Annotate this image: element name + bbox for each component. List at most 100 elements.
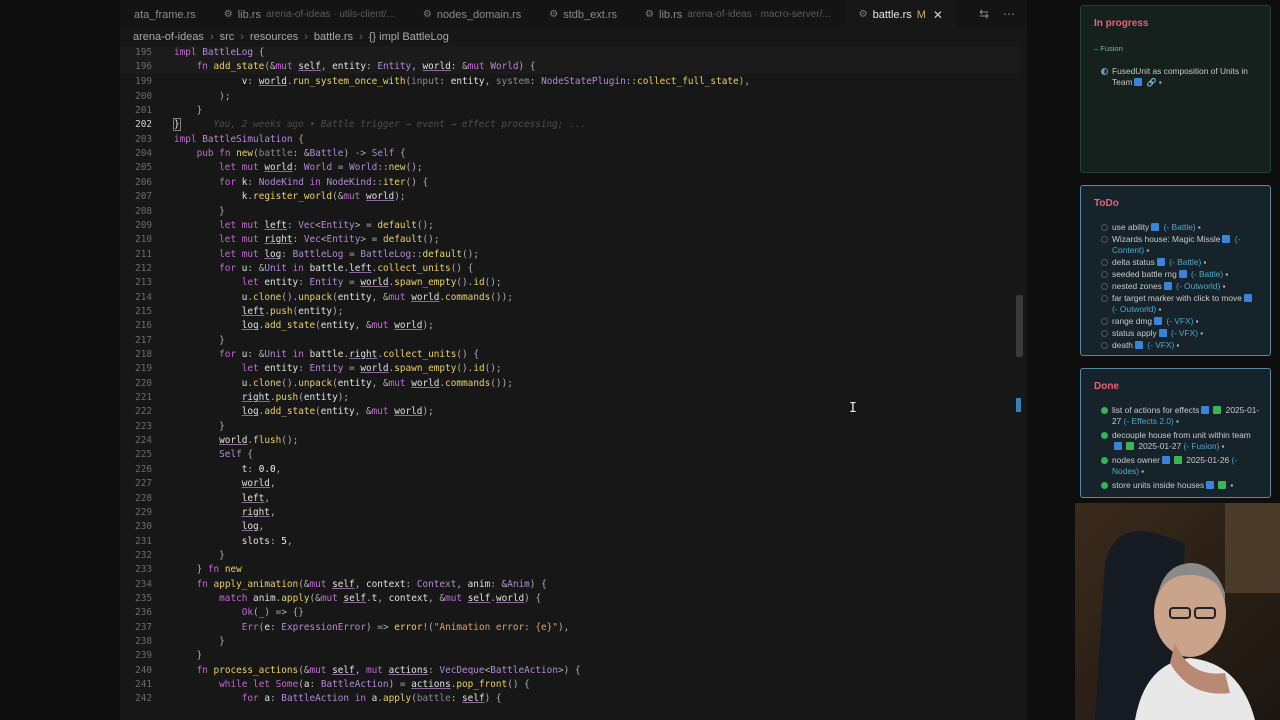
code-line[interactable]: 230 log, <box>120 520 1020 534</box>
code-line[interactable]: 214 u.clone().unpack(entity, &mut world.… <box>120 291 1020 305</box>
breadcrumb-item[interactable]: {} impl BattleLog <box>369 31 449 43</box>
tab-lib-macro-server[interactable]: ⚙ lib.rs arena-of-ideas · macro-server/... <box>631 0 845 29</box>
code-line[interactable]: 236 Ok(_) => {} <box>120 606 1020 620</box>
code-line[interactable]: 237 Err(e: ExpressionError) => error!("A… <box>120 621 1020 635</box>
code-line[interactable]: 212 for u: &Unit in battle.left.collect_… <box>120 262 1020 276</box>
code-area[interactable]: 198 k: entity,199 v: world.run_system_on… <box>120 45 1020 720</box>
code-line[interactable]: 242 for a: BattleAction in a.apply(battl… <box>120 692 1020 706</box>
item-tag[interactable]: (- VFX) <box>1164 316 1193 326</box>
code-line[interactable]: 219 let entity: Entity = world.spawn_emp… <box>120 362 1020 376</box>
item-tag[interactable]: (- Battle) <box>1189 269 1223 279</box>
code-line[interactable]: 227 world, <box>120 477 1020 491</box>
empty-circle-icon[interactable] <box>1101 259 1108 266</box>
code-line[interactable]: 217 } <box>120 334 1020 348</box>
code-line[interactable]: 209 let mut left: Vec<Entity> = default(… <box>120 219 1020 233</box>
code-line[interactable]: 208 } <box>120 205 1020 219</box>
breadcrumb-item[interactable]: battle.rs <box>314 31 353 43</box>
empty-circle-icon[interactable] <box>1101 236 1108 243</box>
code-line[interactable]: 224 world.flush(); <box>120 434 1020 448</box>
done-item[interactable]: decouple house from unit within team 202… <box>1081 430 1270 452</box>
code-line[interactable]: 211 let mut log: BattleLog = BattleLog::… <box>120 248 1020 262</box>
code-line[interactable]: 234 fn apply_animation(&mut self, contex… <box>120 578 1020 592</box>
code-line[interactable]: 226 t: 0.0, <box>120 463 1020 477</box>
code-line[interactable]: 201 } <box>120 104 1020 118</box>
code-line[interactable]: 238 } <box>120 635 1020 649</box>
code-editor[interactable]: ata_frame.rs ⚙ lib.rs arena-of-ideas · uti… <box>120 0 1027 720</box>
checked-circle-icon[interactable] <box>1101 432 1108 439</box>
code-line[interactable]: 225 Self { <box>120 448 1020 462</box>
vertical-scrollbar[interactable] <box>1016 295 1023 357</box>
code-line[interactable]: 205 let mut world: World = World::new(); <box>120 161 1020 175</box>
done-item[interactable]: nodes owner 2025-01-26 (- Nodes) ▪ <box>1081 455 1270 477</box>
item-tag[interactable]: (- Effects 2.0) <box>1124 416 1174 426</box>
item-tag[interactable]: (- Outworld) <box>1112 304 1156 314</box>
code-line[interactable]: 196 fn add_state(&mut self, entity: Enti… <box>120 60 1020 75</box>
breadcrumb-item[interactable]: resources <box>250 31 298 43</box>
empty-circle-icon[interactable] <box>1101 342 1108 349</box>
code-line[interactable]: 204 pub fn new(battle: &Battle) -> Self … <box>120 147 1020 161</box>
code-line[interactable]: 233 } fn new <box>120 563 1020 577</box>
code-line[interactable]: 203 impl BattleSimulation { <box>120 133 1020 147</box>
code-line[interactable]: 241 while let Some(a: BattleAction) = ac… <box>120 678 1020 692</box>
code-line[interactable]: 216 log.add_state(entity, &mut world); <box>120 319 1020 333</box>
empty-circle-icon[interactable] <box>1101 283 1108 290</box>
code-line[interactable]: 235 match anim.apply(&mut self.t, contex… <box>120 592 1020 606</box>
more-actions-icon[interactable]: ⋯ <box>1003 7 1015 21</box>
empty-circle-icon[interactable] <box>1101 271 1108 278</box>
code-line[interactable]: 223 } <box>120 420 1020 434</box>
empty-circle-icon[interactable] <box>1101 224 1108 231</box>
code-line[interactable]: 210 let mut right: Vec<Entity> = default… <box>120 233 1020 247</box>
code-line[interactable]: 202} You, 2 weeks ago • Battle trigger →… <box>120 118 1020 132</box>
code-line[interactable]: 206 for k: NodeKind in NodeKind::iter() … <box>120 176 1020 190</box>
item-tag[interactable]: (- VFX) <box>1145 340 1174 350</box>
done-item[interactable]: list of actions for effects 2025-01-27 (… <box>1081 405 1270 427</box>
compare-changes-icon[interactable]: ⇆ <box>979 7 989 21</box>
tab-nodes-domain[interactable]: ⚙ nodes_domain.rs <box>409 0 535 29</box>
breadcrumb-item[interactable]: src <box>220 31 235 43</box>
breadcrumb-item[interactable]: arena-of-ideas <box>133 31 204 43</box>
checked-circle-icon[interactable] <box>1101 457 1108 464</box>
todo-item[interactable]: Wizards house: Magic Missle (- Content) … <box>1081 234 1270 256</box>
code-line[interactable]: 240 fn process_actions(&mut self, mut ac… <box>120 664 1020 678</box>
code-line[interactable]: 220 u.clone().unpack(entity, &mut world.… <box>120 377 1020 391</box>
code-line[interactable]: 207 k.register_world(&mut world); <box>120 190 1020 204</box>
item-tag[interactable]: (- VFX) <box>1169 328 1198 338</box>
checked-circle-icon[interactable] <box>1101 407 1108 414</box>
progress-item[interactable]: FusedUnit as composition of Units in Tea… <box>1081 66 1270 88</box>
tab-data-frame[interactable]: ata_frame.rs <box>120 0 210 29</box>
done-item[interactable]: store units inside houses ▪ <box>1081 480 1270 491</box>
code-line[interactable]: 218 for u: &Unit in battle.right.collect… <box>120 348 1020 362</box>
empty-circle-icon[interactable] <box>1101 330 1108 337</box>
tab-battle[interactable]: ⚙ battle.rs M ✕ <box>844 0 957 29</box>
todo-item[interactable]: range dmg (- VFX) ▪ <box>1081 316 1270 327</box>
item-tag[interactable]: (- Battle) <box>1161 222 1196 232</box>
item-tag[interactable]: (- Fusion) <box>1184 441 1220 451</box>
todo-item[interactable]: nested zones (- Outworld) ▪ <box>1081 281 1270 292</box>
code-line[interactable]: 228 left, <box>120 492 1020 506</box>
code-line[interactable]: 195 impl BattleLog { <box>120 46 1020 60</box>
todo-item[interactable]: seeded battle rng (- Battle) ▪ <box>1081 269 1270 280</box>
item-tag[interactable]: (- Battle) <box>1167 257 1201 267</box>
code-line[interactable]: 231 slots: 5, <box>120 535 1020 549</box>
code-line[interactable]: 221 right.push(entity); <box>120 391 1020 405</box>
todo-item[interactable]: delta status (- Battle) ▪ <box>1081 257 1270 268</box>
code-line[interactable]: 199 v: world.run_system_once_with(input:… <box>120 75 1020 89</box>
empty-circle-icon[interactable] <box>1101 318 1108 325</box>
code-line[interactable]: 229 right, <box>120 506 1020 520</box>
item-tag[interactable]: (- Outworld) <box>1174 281 1220 291</box>
code-line[interactable]: 232 } <box>120 549 1020 563</box>
todo-item[interactable]: use ability (- Battle) ▪ <box>1081 222 1270 233</box>
todo-item[interactable]: death (- VFX) ▪ <box>1081 340 1270 351</box>
code-line[interactable]: 222 log.add_state(entity, &mut world); <box>120 405 1020 419</box>
code-line[interactable]: 213 let entity: Entity = world.spawn_emp… <box>120 276 1020 290</box>
in-progress-circle-icon[interactable] <box>1101 68 1108 75</box>
empty-circle-icon[interactable] <box>1101 295 1108 302</box>
code-line[interactable]: 239 } <box>120 649 1020 663</box>
close-icon[interactable]: ✕ <box>933 8 943 22</box>
code-line[interactable]: 200 ); <box>120 90 1020 104</box>
checked-circle-icon[interactable] <box>1101 482 1108 489</box>
todo-item[interactable]: far target marker with click to move (- … <box>1081 293 1270 315</box>
tab-stdb-ext[interactable]: ⚙ stdb_ext.rs <box>535 0 631 29</box>
tab-lib-utils-client[interactable]: ⚙ lib.rs arena-of-ideas · utils-client/... <box>210 0 409 29</box>
code-line[interactable]: 215 left.push(entity); <box>120 305 1020 319</box>
